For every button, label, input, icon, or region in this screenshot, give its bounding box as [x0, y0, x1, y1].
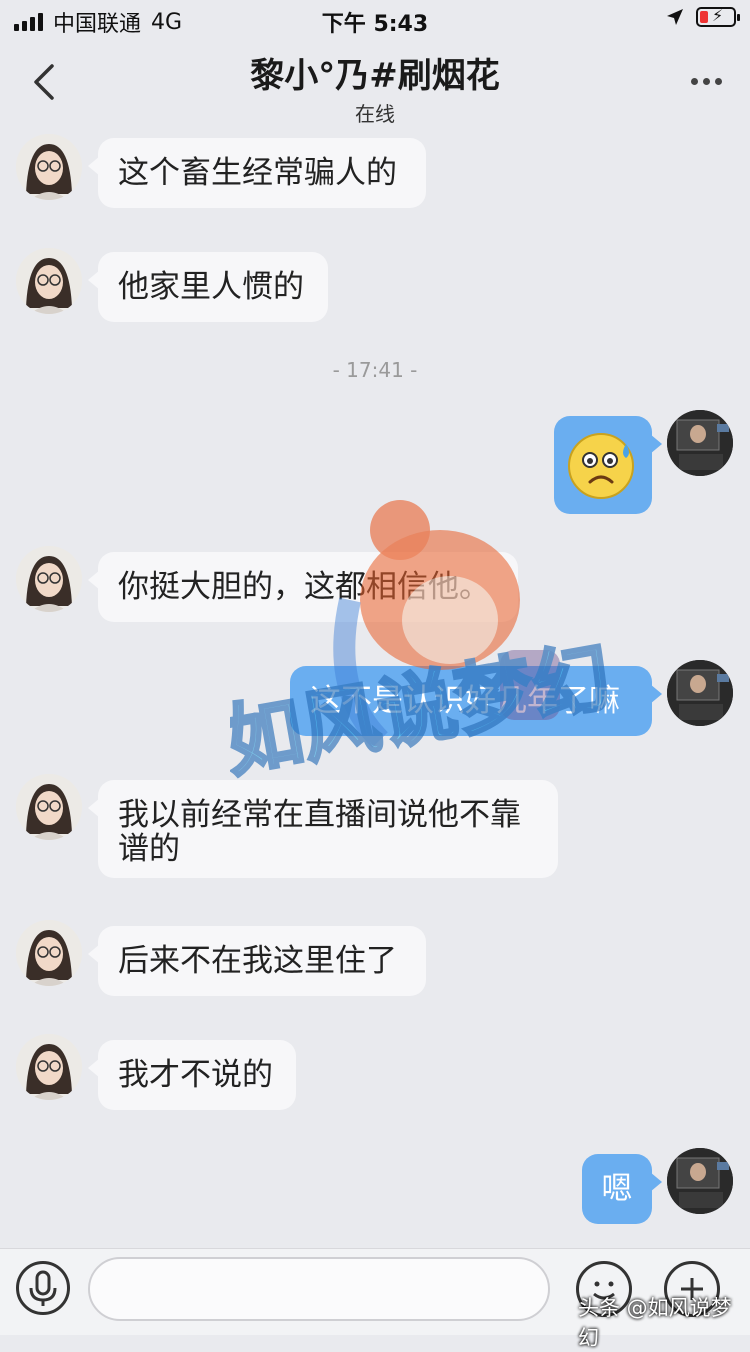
my-avatar[interactable] — [667, 660, 733, 726]
anxious-sweat-emoji-icon — [568, 433, 634, 499]
online-status: 在线 — [355, 102, 395, 126]
contact-name: 黎小°乃#刷烟花 — [250, 56, 500, 96]
message-bubble[interactable]: 嗯 — [582, 1154, 662, 1224]
my-avatar[interactable] — [667, 1148, 733, 1214]
message-bubble[interactable]: 你挺大胆的，这都相信他。 — [88, 552, 518, 622]
message-text: 他家里人惯的 — [118, 269, 304, 305]
message-bubble[interactable]: 这个畜生经常骗人的 — [88, 138, 426, 208]
contact-avatar[interactable] — [16, 920, 82, 986]
status-bar: 中国联通 4G 下午 5:43 ⚡ — [0, 0, 750, 40]
message-text: 我才不说的 — [118, 1057, 273, 1093]
message-text-line: 我以前经常在直播间说他不靠 — [118, 797, 521, 833]
message-text-line: 谱的 — [118, 831, 180, 867]
location-arrow-icon — [667, 9, 683, 25]
message-bubble[interactable]: 我以前经常在直播间说他不靠 谱的 — [88, 780, 558, 878]
message-text: 嗯 — [601, 1171, 633, 1207]
message-bubble[interactable]: 后来不在我这里住了 — [88, 926, 426, 996]
message-bubble[interactable] — [554, 416, 662, 514]
contact-avatar[interactable] — [16, 248, 82, 314]
contact-avatar[interactable] — [16, 1034, 82, 1100]
voice-input-icon[interactable] — [16, 1261, 70, 1315]
chat-header: 黎小°乃#刷烟花 在线 — [0, 40, 750, 128]
source-credit: 头条 @如风说梦幻 — [578, 1296, 732, 1350]
my-avatar[interactable] — [667, 410, 733, 476]
message-bubble[interactable]: 这不是认识好几年了嘛 — [290, 666, 662, 736]
message-bubble[interactable]: 他家里人惯的 — [88, 252, 328, 322]
contact-avatar[interactable] — [16, 134, 82, 200]
more-options-icon[interactable] — [691, 78, 722, 85]
clock: 下午 5:43 — [321, 12, 429, 37]
message-bubble[interactable]: 我才不说的 — [88, 1040, 296, 1110]
contact-avatar[interactable] — [16, 774, 82, 840]
battery-icon: ⚡ — [696, 6, 740, 27]
message-input[interactable] — [88, 1257, 550, 1321]
message-text: 这个畜生经常骗人的 — [118, 155, 397, 191]
message-text: 这不是认识好几年了嘛 — [310, 683, 620, 719]
message-text: 你挺大胆的，这都相信他。 — [118, 569, 490, 605]
contact-avatar[interactable] — [16, 546, 82, 612]
timestamp-divider: - 17:41 - — [332, 358, 418, 382]
message-text: 后来不在我这里住了 — [118, 943, 397, 979]
watermark-logo: 如风说梦幻 — [230, 500, 619, 790]
